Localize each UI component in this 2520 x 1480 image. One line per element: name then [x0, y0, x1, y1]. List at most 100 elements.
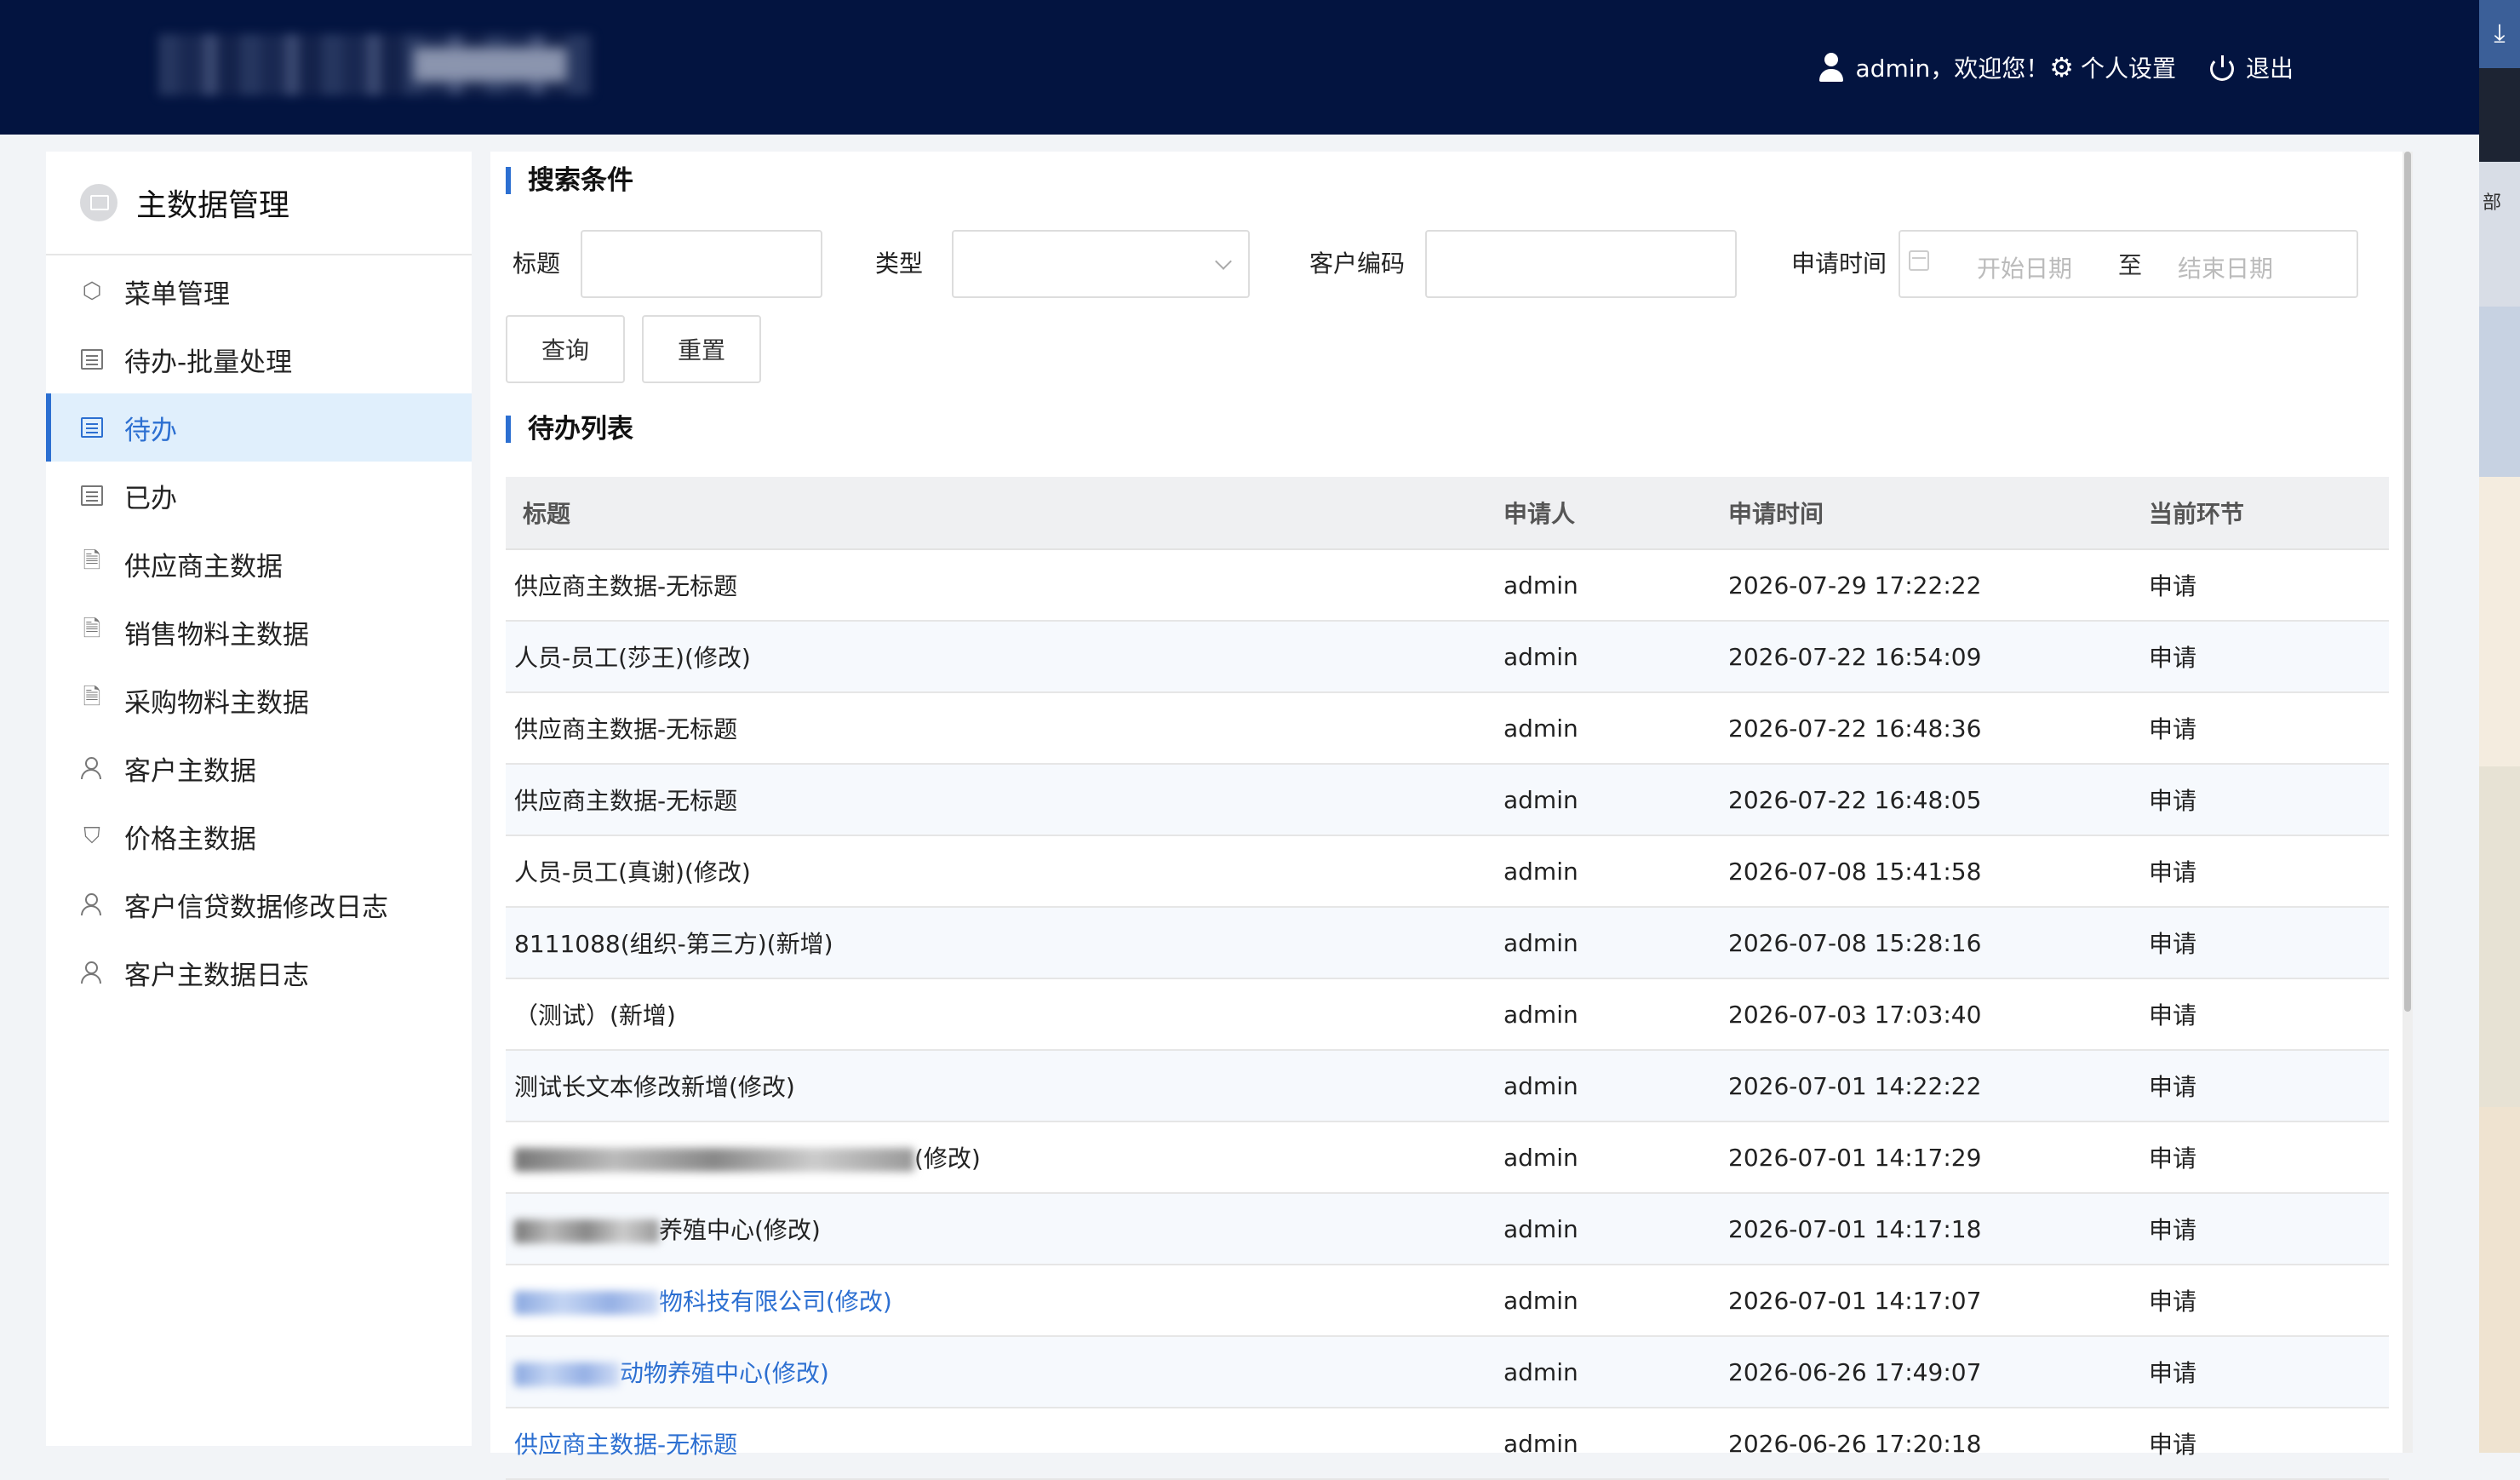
end-date-input[interactable]: 结束日期: [2178, 250, 2273, 284]
sidebar-item-supplier-master[interactable]: 🗎 供应商主数据: [46, 530, 472, 598]
cell-current-stage: 申请: [2148, 1336, 2389, 1408]
settings-link[interactable]: 个人设置: [2081, 50, 2176, 84]
logout-link[interactable]: 退出: [2246, 50, 2294, 84]
cell-apply-time: 2026-07-08 15:41:58: [1727, 835, 2148, 908]
user-icon: [1818, 53, 1844, 82]
sidebar-item-label: 菜单管理: [124, 278, 230, 310]
cell-title[interactable]: 养殖中心(修改): [506, 1193, 1503, 1265]
cell-title[interactable]: 物科技有限公司(修改): [506, 1265, 1503, 1337]
top-header: admin，欢迎您！ ⚙ 个人设置 退出: [0, 0, 2479, 135]
column-header-apply-time[interactable]: 申请时间: [1727, 477, 2148, 550]
sidebar-item-credit-log[interactable]: 客户信贷数据修改日志: [46, 870, 472, 938]
table-row[interactable]: 人员-员工(真谢)(修改) admin 2026-07-08 15:41:58 申请: [506, 835, 2389, 908]
cell-current-stage: 申请: [2148, 1050, 2389, 1122]
gear-icon[interactable]: ⚙: [2049, 51, 2074, 83]
cell-apply-time: 2026-07-03 17:03:40: [1727, 978, 2148, 1051]
cell-title[interactable]: (修改): [506, 1121, 1503, 1194]
sidebar-item-todo[interactable]: 待办: [46, 393, 472, 462]
table-row[interactable]: 人员-员工(莎王)(修改) admin 2026-07-22 16:54:09 申请: [506, 621, 2389, 693]
sidebar-item-menu-management[interactable]: ⬡ 菜单管理: [46, 257, 472, 325]
cell-title-text: 养殖中心(修改): [659, 1216, 821, 1244]
cell-applicant: admin: [1503, 1408, 1727, 1480]
users-icon: [80, 961, 104, 984]
sidebar-item-customer-log[interactable]: 客户主数据日志: [46, 938, 472, 1007]
users-icon: [80, 892, 104, 916]
sidebar-item-price-master[interactable]: ⛉ 价格主数据: [46, 802, 472, 870]
reset-button[interactable]: 重置: [642, 315, 761, 383]
cell-title[interactable]: 8111088(组织-第三方)(新增): [506, 907, 1503, 979]
cell-title[interactable]: 动物养殖中心(修改): [506, 1336, 1503, 1408]
cell-title[interactable]: 人员-员工(真谢)(修改): [506, 835, 1503, 908]
customer-code-input[interactable]: [1425, 230, 1737, 298]
download-icon[interactable]: ⤓: [2479, 0, 2520, 68]
column-header-title[interactable]: 标题: [506, 477, 1503, 550]
start-date-input[interactable]: 开始日期: [1977, 250, 2072, 284]
table-row[interactable]: 动物养殖中心(修改) admin 2026-06-26 17:49:07 申请: [506, 1336, 2389, 1408]
cell-current-stage: 申请: [2148, 1408, 2389, 1480]
table-row[interactable]: 供应商主数据-无标题 admin 2026-07-22 16:48:36 申请: [506, 692, 2389, 765]
document-icon: 🗎: [83, 685, 101, 710]
sidebar-item-label: 销售物料主数据: [124, 619, 309, 651]
table-row[interactable]: 供应商主数据-无标题 admin 2026-07-29 17:22:22 申请: [506, 549, 2389, 622]
todo-list-title: 待办列表: [506, 414, 633, 445]
redacted-text: [514, 1291, 659, 1315]
sidebar-item-customer-master[interactable]: 客户主数据: [46, 734, 472, 802]
column-header-applicant[interactable]: 申请人: [1503, 477, 1727, 550]
table-row[interactable]: 8111088(组织-第三方)(新增) admin 2026-07-08 15:28…: [506, 907, 2389, 979]
document-icon: 🗎: [83, 548, 101, 574]
column-header-current-stage[interactable]: 当前环节: [2148, 477, 2389, 550]
cell-title-text: 测试长文本修改新增(修改): [514, 1073, 795, 1101]
list-icon: [80, 416, 104, 439]
cell-title[interactable]: 供应商主数据-无标题: [506, 692, 1503, 765]
type-select[interactable]: [952, 230, 1250, 298]
cell-title[interactable]: 供应商主数据-无标题: [506, 1408, 1503, 1480]
cell-apply-time: 2026-07-01 14:17:07: [1727, 1265, 2148, 1337]
cell-current-stage: 申请: [2148, 1193, 2389, 1265]
query-button[interactable]: 查询: [506, 315, 625, 383]
list-icon: [80, 347, 104, 371]
cell-apply-time: 2026-07-22 16:48:05: [1727, 764, 2148, 836]
sidebar-header: 主数据管理: [46, 152, 472, 255]
redacted-text: [514, 1219, 659, 1243]
scrollbar-thumb[interactable]: [2404, 152, 2411, 1012]
sidebar-menu: ⬡ 菜单管理 待办-批量处理 待办 已办 🗎 供应商主数据 🗎 销售物料主数据 …: [46, 255, 472, 1007]
cell-title[interactable]: 供应商主数据-无标题: [506, 549, 1503, 622]
table-row[interactable]: 供应商主数据-无标题 admin 2026-07-22 16:48:05 申请: [506, 764, 2389, 836]
sidebar-item-sales-material[interactable]: 🗎 销售物料主数据: [46, 598, 472, 666]
power-icon[interactable]: [2209, 55, 2234, 81]
sidebar-item-label: 待办: [124, 415, 177, 446]
sidebar-item-label: 客户信贷数据修改日志: [124, 892, 388, 923]
sidebar-item-done[interactable]: 已办: [46, 462, 472, 530]
cell-applicant: admin: [1503, 978, 1727, 1051]
table-row[interactable]: 供应商主数据-无标题 admin 2026-06-26 17:20:18 申请: [506, 1408, 2389, 1480]
cell-current-stage: 申请: [2148, 978, 2389, 1051]
date-range-picker[interactable]: 开始日期 至 结束日期: [1899, 230, 2358, 298]
cell-title-text: 供应商主数据-无标题: [514, 572, 738, 600]
cell-title[interactable]: 人员-员工(莎王)(修改): [506, 621, 1503, 693]
table-row[interactable]: (修改) admin 2026-07-01 14:17:29 申请: [506, 1121, 2389, 1194]
cell-apply-time: 2026-06-26 17:20:18: [1727, 1408, 2148, 1480]
cell-current-stage: 申请: [2148, 1265, 2389, 1337]
main-scrollbar[interactable]: [2403, 152, 2413, 1453]
cell-applicant: admin: [1503, 692, 1727, 765]
cell-applicant: admin: [1503, 764, 1727, 836]
cell-title[interactable]: 供应商主数据-无标题: [506, 764, 1503, 836]
table-row[interactable]: 物科技有限公司(修改) admin 2026-07-01 14:17:07 申请: [506, 1265, 2389, 1337]
cell-title-text: 供应商主数据-无标题: [514, 715, 738, 743]
cell-title-text: 供应商主数据-无标题: [514, 1431, 738, 1459]
sidebar-item-purchase-material[interactable]: 🗎 采购物料主数据: [46, 666, 472, 734]
table-row[interactable]: （测试）(新增) admin 2026-07-03 17:03:40 申请: [506, 978, 2389, 1051]
sidebar-item-todo-batch[interactable]: 待办-批量处理: [46, 325, 472, 393]
document-icon: 🗎: [83, 617, 101, 642]
table-row[interactable]: 测试长文本修改新增(修改) admin 2026-07-01 14:22:22 申请: [506, 1050, 2389, 1122]
table-row[interactable]: 养殖中心(修改) admin 2026-07-01 14:17:18 申请: [506, 1193, 2389, 1265]
side-panel-dark: [2479, 68, 2520, 162]
cell-apply-time: 2026-07-22 16:54:09: [1727, 621, 2148, 693]
cell-apply-time: 2026-06-26 17:49:07: [1727, 1336, 2148, 1408]
cell-title[interactable]: 测试长文本修改新增(修改): [506, 1050, 1503, 1122]
cell-applicant: admin: [1503, 1336, 1727, 1408]
todo-table-body: 供应商主数据-无标题 admin 2026-07-29 17:22:22 申请 人员-员…: [506, 549, 2389, 1480]
cell-title[interactable]: （测试）(新增): [506, 978, 1503, 1051]
cell-current-stage: 申请: [2148, 1121, 2389, 1194]
title-input[interactable]: [581, 230, 822, 298]
